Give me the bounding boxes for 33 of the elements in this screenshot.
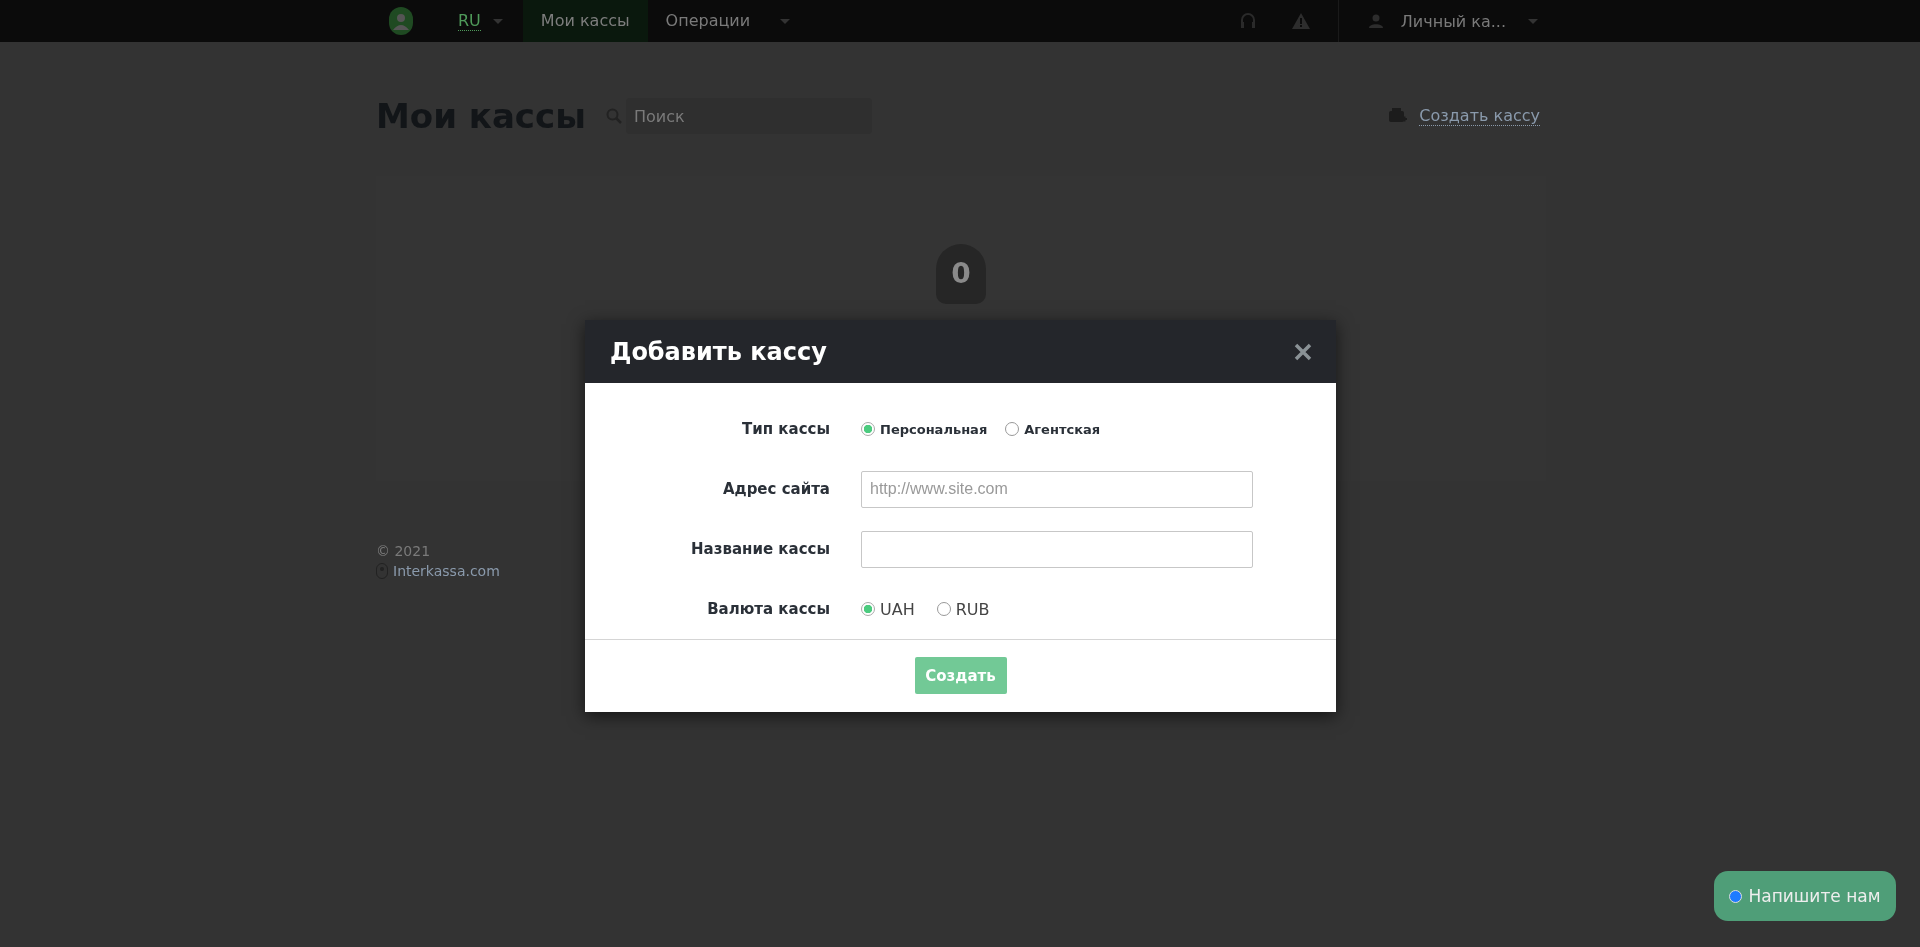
warning-icon[interactable] bbox=[1291, 13, 1310, 29]
user-icon bbox=[1368, 14, 1383, 28]
search-field[interactable]: Поиск bbox=[625, 98, 872, 134]
account-menu[interactable]: Личный ка... bbox=[1400, 11, 1506, 31]
copyright-text: © 2021 bbox=[376, 543, 431, 559]
close-icon[interactable] bbox=[1294, 342, 1312, 361]
create-register-link[interactable]: Создать кассу bbox=[1419, 106, 1540, 126]
radio-option[interactable]: Агентская bbox=[1005, 421, 1101, 437]
text-input[interactable]: http://www.site.com bbox=[861, 470, 1253, 508]
empty-register-icon: 0 bbox=[936, 244, 986, 304]
language-selector[interactable]: RU bbox=[458, 11, 481, 31]
headset-icon[interactable] bbox=[1239, 12, 1256, 30]
nav-tab[interactable]: Операции bbox=[647, 0, 769, 42]
caret-icon bbox=[1528, 18, 1538, 24]
site-link[interactable]: Interkassa.com bbox=[393, 563, 500, 579]
logo-icon[interactable] bbox=[388, 6, 414, 36]
caret-icon bbox=[780, 18, 791, 24]
radio-option[interactable]: Персональная bbox=[861, 421, 988, 437]
field-label: Название кассы bbox=[690, 540, 830, 558]
caret-icon bbox=[492, 18, 503, 24]
radio-option[interactable]: UAH bbox=[861, 599, 915, 619]
radio-button[interactable] bbox=[936, 602, 951, 616]
dialog-title: Добавить кассу bbox=[610, 337, 828, 366]
field-label: Валюта кассы bbox=[706, 600, 830, 618]
radio-option[interactable]: RUB bbox=[936, 599, 990, 619]
chat-button[interactable]: Напишите нам bbox=[1714, 871, 1896, 921]
text-input[interactable] bbox=[861, 530, 1253, 568]
nav-tab[interactable]: Мои кассы bbox=[522, 0, 648, 42]
radio-button[interactable] bbox=[861, 422, 875, 436]
radio-button[interactable] bbox=[861, 602, 875, 616]
radio-button[interactable] bbox=[1005, 422, 1020, 436]
field-label: Адрес сайта bbox=[721, 480, 830, 498]
field-label: Тип кассы bbox=[741, 420, 830, 438]
